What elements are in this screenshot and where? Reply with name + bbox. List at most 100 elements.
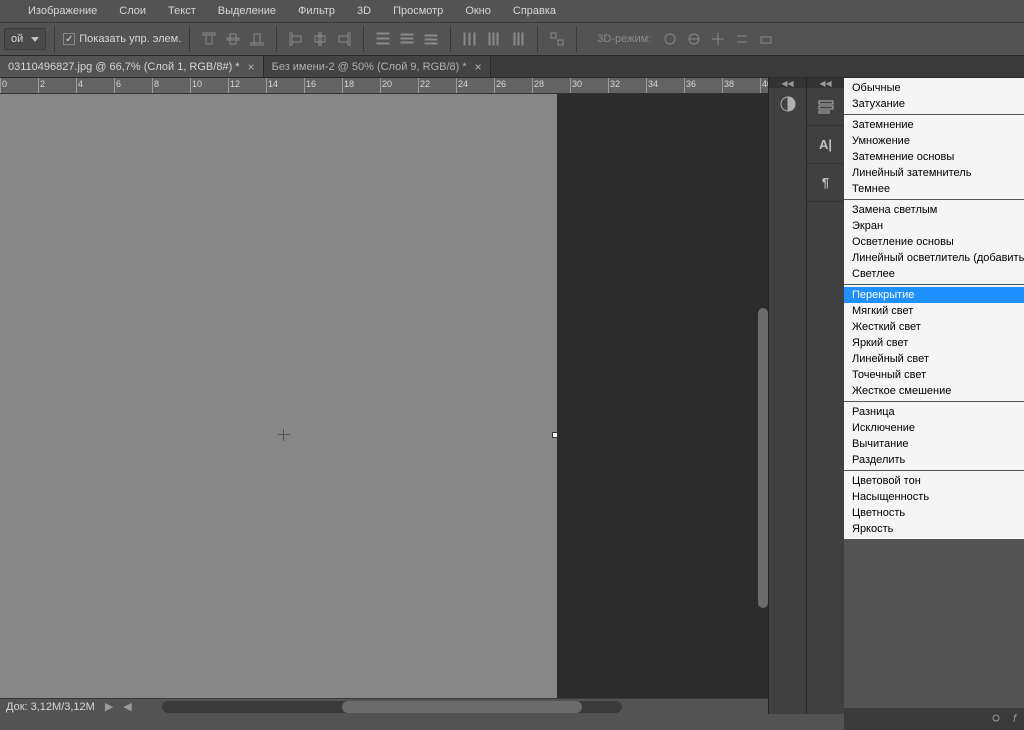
divider xyxy=(537,26,538,52)
blend-mode-item[interactable]: Жесткое смешение xyxy=(844,383,1024,399)
adjustments-panel-icon[interactable] xyxy=(769,88,806,120)
blend-mode-item[interactable]: Линейный затемнитель xyxy=(844,165,1024,181)
menu-3d[interactable]: 3D xyxy=(357,5,371,17)
blend-mode-item[interactable]: Мягкий свет xyxy=(844,303,1024,319)
close-icon[interactable]: × xyxy=(475,60,482,74)
dock-collapse-icon[interactable]: ◀◀ xyxy=(769,78,806,88)
dist-vcenter-icon[interactable] xyxy=(396,28,418,50)
horizontal-scrollbar-track[interactable] xyxy=(162,701,622,713)
blend-mode-item[interactable]: Линейный осветлитель (добавить) xyxy=(844,250,1024,266)
dist-hcenter-icon[interactable] xyxy=(483,28,505,50)
blend-mode-item[interactable]: Темнее xyxy=(844,181,1024,197)
blend-mode-item[interactable]: Разница xyxy=(844,404,1024,420)
blend-mode-item[interactable]: Исключение xyxy=(844,420,1024,436)
document-tab-inactive[interactable]: Без имени-2 @ 50% (Слой 9, RGB/8) * × xyxy=(264,56,491,77)
blend-mode-item[interactable]: Затемнение xyxy=(844,117,1024,133)
menu-text[interactable]: Текст xyxy=(168,5,196,17)
character-panel-icon[interactable]: A| xyxy=(807,126,844,164)
blend-mode-item[interactable]: Обычные xyxy=(844,80,1024,96)
align-group-2 xyxy=(285,28,355,50)
ruler-tick-label: 14 xyxy=(268,79,278,89)
distribute-group-2 xyxy=(459,28,529,50)
blend-mode-item[interactable]: Точечный свет xyxy=(844,367,1024,383)
blend-mode-item[interactable]: Яркий свет xyxy=(844,335,1024,351)
dist-left-icon[interactable] xyxy=(459,28,481,50)
mode-3d-icons xyxy=(659,28,777,50)
menu-view[interactable]: Просмотр xyxy=(393,5,443,17)
menu-filter[interactable]: Фильтр xyxy=(298,5,335,17)
auto-align-icon[interactable] xyxy=(546,28,568,50)
orbit-icon[interactable] xyxy=(659,28,681,50)
close-icon[interactable]: × xyxy=(248,60,255,74)
transform-center-icon[interactable] xyxy=(278,429,290,441)
divider xyxy=(450,26,451,52)
ruler-tick-label: 28 xyxy=(534,79,544,89)
panel-dock-right: ◀◀ A| ¶ xyxy=(806,78,844,714)
ruler-tick-label: 8 xyxy=(154,79,159,89)
menu-layers[interactable]: Слои xyxy=(119,5,146,17)
align-bottom-icon[interactable] xyxy=(246,28,268,50)
dist-right-icon[interactable] xyxy=(507,28,529,50)
roll-icon[interactable] xyxy=(683,28,705,50)
paragraph-styles-icon[interactable] xyxy=(807,88,844,126)
blend-mode-item[interactable]: Экран xyxy=(844,218,1024,234)
tool-preset-dropdown[interactable]: ой xyxy=(4,28,46,50)
blend-mode-item[interactable]: Затемнение основы xyxy=(844,149,1024,165)
ruler-tick-label: 32 xyxy=(610,79,620,89)
slide-icon[interactable] xyxy=(731,28,753,50)
canvas-background xyxy=(0,94,557,710)
scroll-left-icon[interactable]: ◀ xyxy=(123,700,131,713)
blend-mode-item[interactable]: Перекрытие xyxy=(844,287,1024,303)
link-layers-icon[interactable] xyxy=(989,711,1003,728)
menu-image[interactable]: Изображение xyxy=(28,5,97,17)
canvas-area[interactable] xyxy=(0,94,768,714)
document-tab-active[interactable]: 03110496827.jpg @ 66,7% (Слой 1, RGB/8#)… xyxy=(0,56,264,77)
ruler-tick xyxy=(304,78,305,93)
ruler-tick xyxy=(0,78,1,93)
menu-select[interactable]: Выделение xyxy=(218,5,276,17)
align-right-icon[interactable] xyxy=(333,28,355,50)
horizontal-ruler[interactable]: 0246810121416182022242628303234363840 xyxy=(0,78,768,94)
ruler-tick-label: 38 xyxy=(724,79,734,89)
blend-mode-item[interactable]: Вычитание xyxy=(844,436,1024,452)
blend-mode-item[interactable]: Светлее xyxy=(844,266,1024,282)
status-arrow-icon[interactable]: ▶ xyxy=(105,700,113,713)
divider xyxy=(189,26,190,52)
scale-icon[interactable] xyxy=(755,28,777,50)
vertical-scrollbar[interactable] xyxy=(758,308,768,608)
blend-mode-group: РазницаИсключениеВычитаниеРазделить xyxy=(844,402,1024,471)
align-group-1 xyxy=(198,28,268,50)
blend-mode-item[interactable]: Разделить xyxy=(844,452,1024,468)
ruler-tick xyxy=(684,78,685,93)
ruler-tick xyxy=(114,78,115,93)
blend-mode-item[interactable]: Затухание xyxy=(844,96,1024,112)
transform-handle[interactable] xyxy=(552,432,558,438)
horizontal-scrollbar-thumb[interactable] xyxy=(342,701,582,713)
menu-help[interactable]: Справка xyxy=(513,5,556,17)
dock-collapse-icon[interactable]: ◀◀ xyxy=(807,78,844,88)
dist-top-icon[interactable] xyxy=(372,28,394,50)
blend-mode-item[interactable]: Осветление основы xyxy=(844,234,1024,250)
menu-window[interactable]: Окно xyxy=(465,5,491,17)
workspace: 0246810121416182022242628303234363840 До… xyxy=(0,78,1024,714)
blend-mode-item[interactable]: Жесткий свет xyxy=(844,319,1024,335)
ruler-tick xyxy=(38,78,39,93)
show-controls-checkbox[interactable]: Показать упр. элем. xyxy=(63,33,181,45)
blend-mode-item[interactable]: Умножение xyxy=(844,133,1024,149)
fx-icon[interactable]: f xyxy=(1013,713,1016,725)
blend-mode-item[interactable]: Насыщенность xyxy=(844,489,1024,505)
blend-mode-menu: ОбычныеЗатухание ЗатемнениеУмножениеЗатем… xyxy=(844,78,1024,714)
blend-mode-item[interactable]: Цветовой тон xyxy=(844,473,1024,489)
align-vcenter-icon[interactable] xyxy=(222,28,244,50)
blend-mode-item[interactable]: Яркость xyxy=(844,521,1024,537)
checkbox-icon xyxy=(63,33,75,45)
blend-mode-item[interactable]: Замена светлым xyxy=(844,202,1024,218)
blend-mode-item[interactable]: Цветность xyxy=(844,505,1024,521)
align-top-icon[interactable] xyxy=(198,28,220,50)
blend-mode-item[interactable]: Линейный свет xyxy=(844,351,1024,367)
align-hcenter-icon[interactable] xyxy=(309,28,331,50)
dist-bottom-icon[interactable] xyxy=(420,28,442,50)
paragraph-panel-icon[interactable]: ¶ xyxy=(807,164,844,202)
align-left-icon[interactable] xyxy=(285,28,307,50)
pan-icon[interactable] xyxy=(707,28,729,50)
